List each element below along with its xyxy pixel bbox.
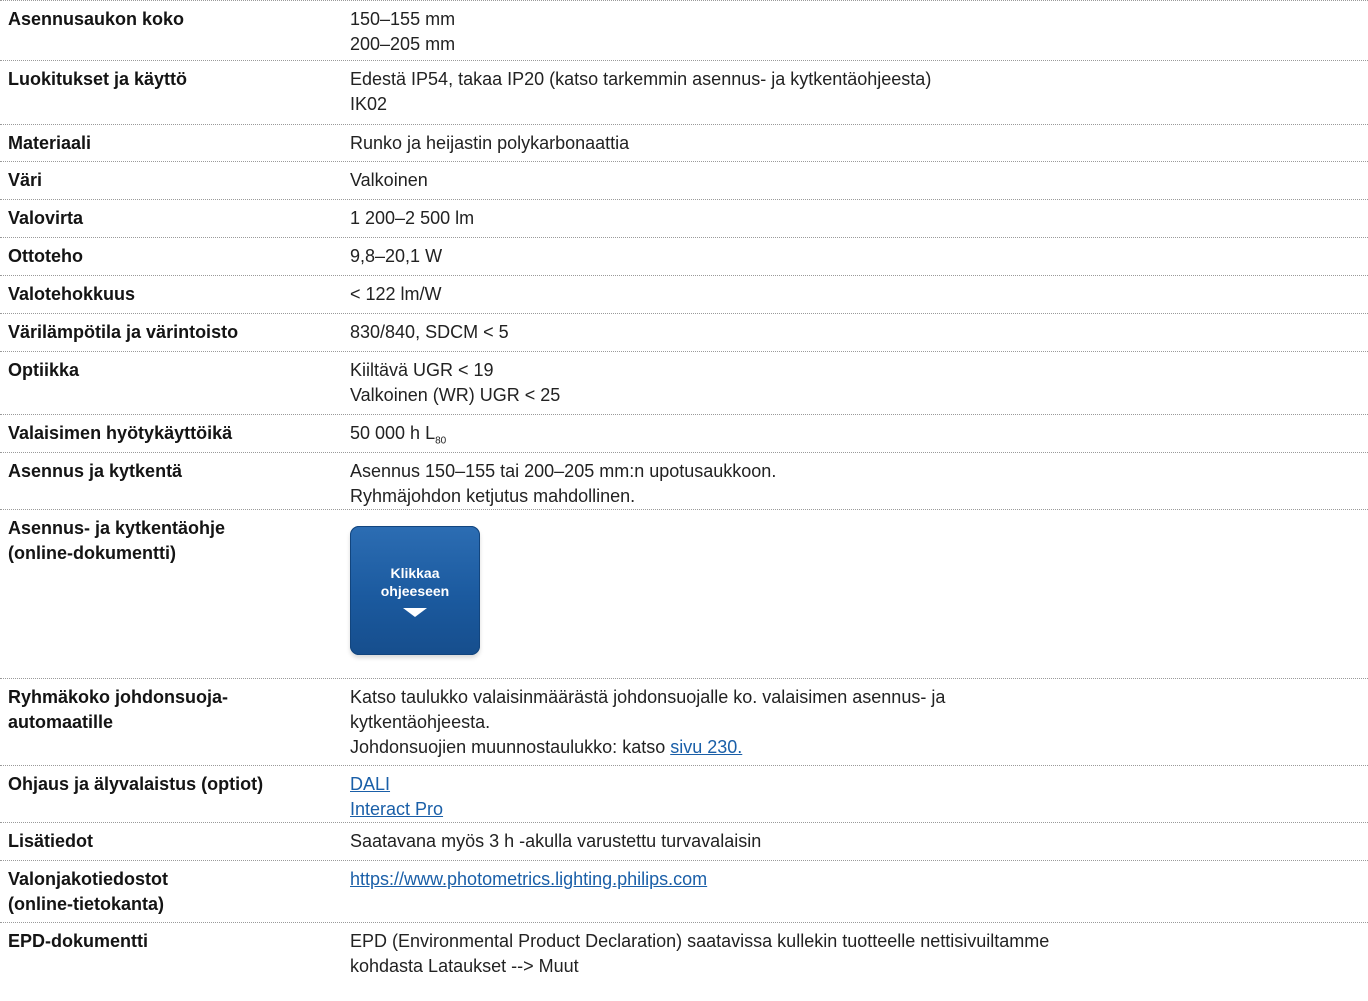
button-label-line: ohjeeseen [380,583,450,599]
value-line: Johdonsuojien muunnostaulukko: katso siv… [350,735,1368,760]
caret-down-icon [403,608,427,617]
photometrics-link[interactable]: https://www.photometrics.lighting.philip… [350,867,1368,892]
page-reference-link[interactable]: sivu 230. [670,737,742,757]
row-epd: EPD-dokumentti EPD (Environmental Produc… [0,923,1368,981]
row-value: Runko ja heijastin polykarbonaattia [350,131,1368,161]
value-line: 50 000 h L80 [350,421,1368,454]
row-value: Edestä IP54, takaa IP20 (katso tarkemmin… [350,67,1368,124]
row-label: Optiikka [8,360,80,380]
row-value: Saatavana myös 3 h -akulla varustettu tu… [350,829,1368,860]
row-material: Materiaali Runko ja heijastin polykarbon… [0,125,1368,162]
value-line: Saatavana myös 3 h -akulla varustettu tu… [350,831,762,851]
row-efficacy: Valotehokkuus < 122 lm/W [0,276,1368,314]
row-value: 150–155 mm 200–205 mm [350,7,1368,60]
row-label: Värilämpötila ja värintoisto [8,322,239,342]
row-colour-temperature: Värilämpötila ja värintoisto 830/840, SD… [0,314,1368,352]
row-controls: Ohjaus ja älyvalaistus (optiot) DALI Int… [0,766,1368,823]
row-optics: Optiikka Kiiltävä UGR < 19 Valkoinen (WR… [0,352,1368,415]
row-label: Väri [8,170,43,190]
label-line: (online-dokumentti) [8,543,176,563]
row-label: Ryhmäkoko johdonsuoja- automaatille [0,685,350,765]
value-line: Valkoinen [350,170,428,190]
row-value: 50 000 h L80 [350,421,1368,452]
row-value: Valkoinen [350,168,1368,199]
value-line: Runko ja heijastin polykarbonaattia [350,133,630,153]
row-label: Ohjaus ja älyvalaistus (optiot) [8,774,264,794]
row-value: DALI Interact Pro [350,772,1368,822]
row-additional-info: Lisätiedot Saatavana myös 3 h -akulla va… [0,823,1368,861]
value-line: 9,8–20,1 W [350,246,443,266]
row-value: 830/840, SDCM < 5 [350,320,1368,351]
value-line: Katso taulukko valaisinmäärästä johdonsu… [350,687,946,707]
row-label: Valonjakotiedostot (online-tietokanta) [0,867,350,922]
label-line: Valonjakotiedostot [8,869,169,889]
row-value: EPD (Environmental Product Declaration) … [350,929,1368,981]
value-line: kytkentäohjeesta. [350,712,491,732]
row-value: Kiiltävä UGR < 19 Valkoinen (WR) UGR < 2… [350,358,1368,414]
row-label: Asennus- ja kytkentäohje (online-dokumen… [0,516,350,678]
row-label: Valotehokkuus [8,284,136,304]
row-power: Ottoteho 9,8–20,1 W [0,238,1368,276]
row-value: 1 200–2 500 lm [350,206,1368,237]
row-label: Valovirta [8,208,84,228]
lifetime-subscript: 80 [435,435,447,447]
row-installation: Asennus ja kytkentä Asennus 150–155 tai … [0,453,1368,510]
lifetime-value: 50 000 h L [350,423,436,443]
row-lifetime: Valaisimen hyötykäyttöikä 50 000 h L80 [0,415,1368,453]
row-classifications: Luokitukset ja käyttö Edestä IP54, takaa… [0,61,1368,125]
value-line: Asennus 150–155 tai 200–205 mm:n upotusa… [350,461,777,481]
row-label: Valaisimen hyötykäyttöikä [8,423,233,443]
value-line: Valkoinen (WR) UGR < 25 [350,385,561,405]
row-luminous-flux: Valovirta 1 200–2 500 lm [0,200,1368,238]
row-photometric-files: Valonjakotiedostot (online-tietokanta) h… [0,861,1368,923]
label-line: automaatille [8,712,114,732]
row-label: Materiaali [8,133,92,153]
value-line: Kiiltävä UGR < 19 [350,360,494,380]
row-value: 9,8–20,1 W [350,244,1368,275]
value-line: < 122 lm/W [350,284,442,304]
reference-text: Johdonsuojien muunnostaulukko: katso [350,737,671,757]
value-line: Edestä IP54, takaa IP20 (katso tarkemmin… [350,69,932,89]
row-label: EPD-dokumentti [8,931,149,951]
value-line: 200–205 mm [350,34,456,54]
row-value: https://www.photometrics.lighting.philip… [350,867,1368,922]
row-value: Klikkaa ohjeeseen [350,516,1368,678]
value-line: EPD (Environmental Product Declaration) … [350,931,1050,951]
row-value: Asennus 150–155 tai 200–205 mm:n upotusa… [350,459,1368,509]
row-label: Lisätiedot [8,831,94,851]
row-label: Asennusaukon koko [8,9,185,29]
row-colour: Väri Valkoinen [0,162,1368,200]
interact-pro-link[interactable]: Interact Pro [350,797,1368,822]
row-label: Ottoteho [8,246,83,266]
row-value: < 122 lm/W [350,282,1368,313]
row-mounting-hole: Asennusaukon koko 150–155 mm 200–205 mm [0,1,1368,61]
row-installation-guide: Asennus- ja kytkentäohje (online-dokumen… [0,510,1368,679]
value-line: 1 200–2 500 lm [350,208,475,228]
open-guide-button[interactable]: Klikkaa ohjeeseen [350,526,480,655]
row-group-size: Ryhmäkoko johdonsuoja- automaatille Kats… [0,679,1368,766]
dali-link[interactable]: DALI [350,772,1368,797]
row-value: Katso taulukko valaisinmäärästä johdonsu… [350,685,1368,765]
value-line: 150–155 mm [350,9,456,29]
row-label: Asennus ja kytkentä [8,461,183,481]
row-label: Luokitukset ja käyttö [8,69,188,89]
label-line: Ryhmäkoko johdonsuoja- [8,687,229,707]
value-line: kohdasta Lataukset --> Muut [350,956,579,976]
label-line: Asennus- ja kytkentäohje [8,518,226,538]
value-line: 830/840, SDCM < 5 [350,322,509,342]
spec-table: Asennusaukon koko 150–155 mm 200–205 mm … [0,0,1368,981]
value-line: IK02 [350,94,388,114]
button-label-line: Klikkaa [390,565,440,581]
label-line: (online-tietokanta) [8,894,164,914]
value-line: Ryhmäjohdon ketjutus mahdollinen. [350,486,636,506]
